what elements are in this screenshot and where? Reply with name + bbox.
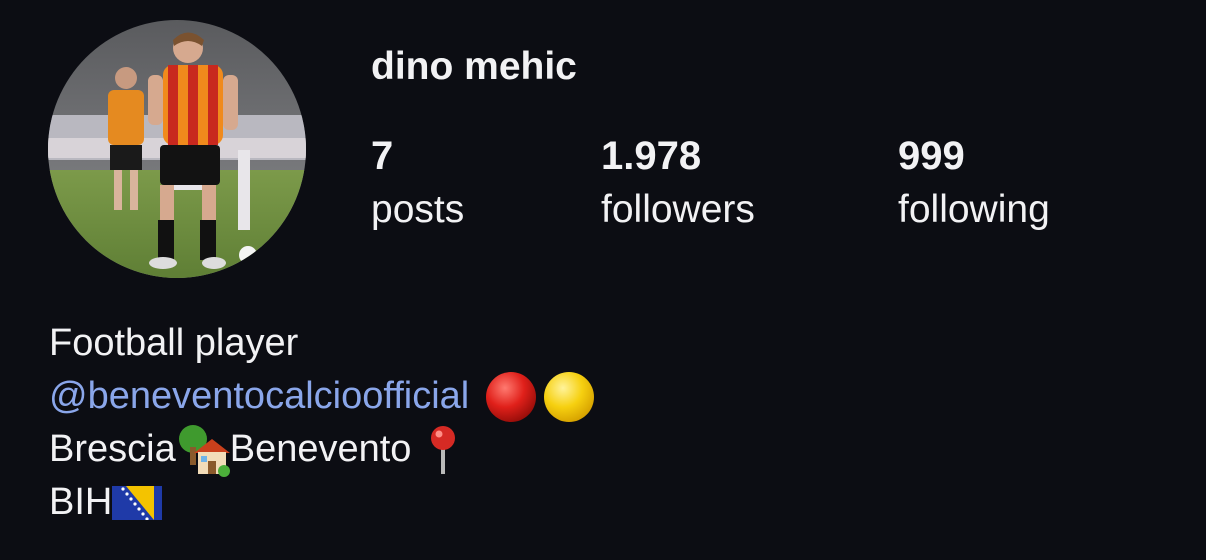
bio-line-4: BIH (49, 476, 595, 529)
profile-username: dino mehic (371, 45, 577, 88)
avatar[interactable] (48, 20, 306, 278)
bio-country: BIH (49, 481, 113, 523)
following-label: following (898, 188, 1050, 231)
bio-line-2: @beneventocalcioofficial (49, 370, 595, 423)
avatar-photo (48, 20, 306, 278)
bio-mention-link[interactable]: @beneventocalcioofficial (49, 370, 469, 423)
yellow-circle-icon (544, 371, 595, 422)
followers-count: 1.978 (601, 134, 702, 178)
tree-house-icon (178, 424, 230, 477)
stat-followers[interactable]: 1.978 followers (601, 133, 755, 235)
bio-line-3: Brescia Benevento (49, 423, 595, 477)
pushpin-icon (431, 425, 456, 474)
bio-occupation: Football player (49, 322, 299, 364)
bosnia-flag-icon (112, 485, 163, 520)
bio-line-1: Football player (49, 317, 595, 370)
bio-city-2: Benevento (229, 428, 412, 470)
posts-label: posts (371, 188, 465, 231)
red-circle-icon (486, 371, 537, 422)
following-count: 999 (898, 134, 965, 178)
bio-city-1: Brescia (49, 428, 176, 470)
followers-label: followers (601, 188, 755, 231)
stat-posts[interactable]: 7 posts (371, 133, 464, 235)
bio: Football player @beneventocalcioofficial… (49, 317, 595, 529)
posts-count: 7 (371, 134, 394, 178)
stat-following[interactable]: 999 following (898, 133, 1050, 235)
